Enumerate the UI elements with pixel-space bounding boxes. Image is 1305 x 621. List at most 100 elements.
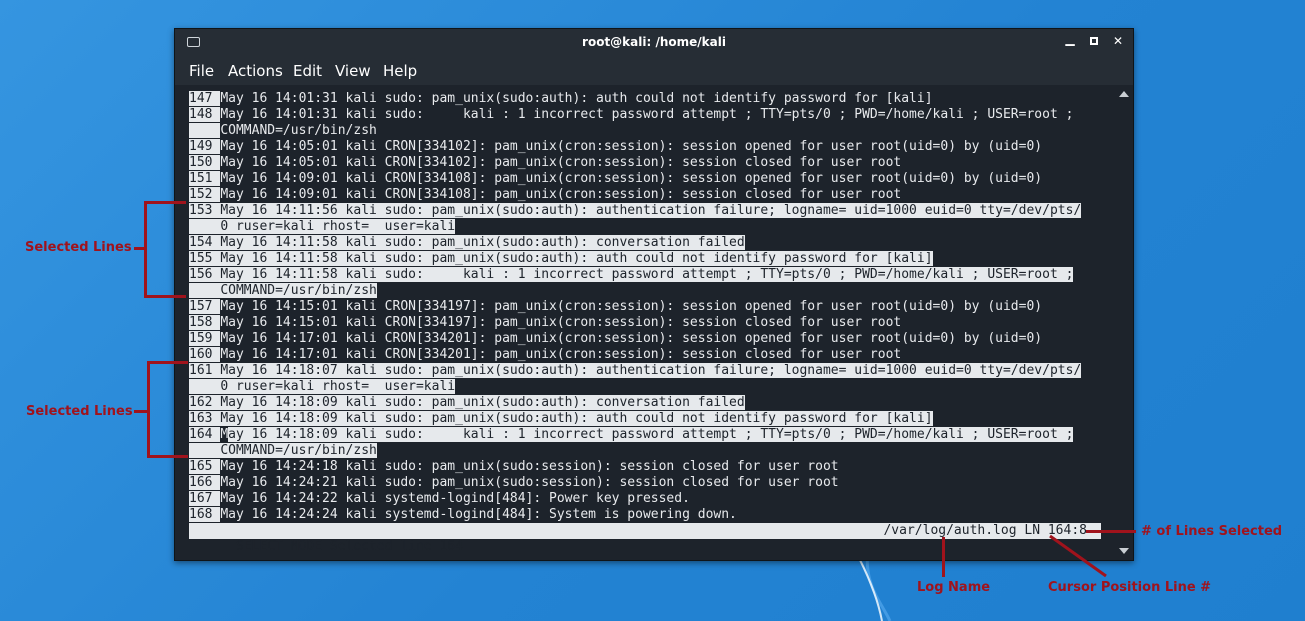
line-text: May 16 14:01:31 kali sudo: kali : 1 inco… (220, 107, 1074, 122)
line-text: 0 ruser=kali rhost= user=kali (220, 219, 456, 234)
minimize-icon[interactable]: ▁ (1063, 32, 1077, 46)
line-number: 152 (189, 187, 221, 202)
log-line[interactable]: 0 ruser=kali rhost= user=kali (189, 219, 456, 235)
text-cursor: M (220, 427, 229, 442)
line-text: May 16 14:24:24 kali systemd-logind[484]… (220, 507, 737, 522)
terminal-window: root@kali: /home/kali ▁ ✕ File Actions E… (174, 28, 1134, 561)
log-line[interactable]: 163 May 16 14:18:09 kali sudo: pam_unix(… (189, 411, 933, 427)
annotation-connector (134, 410, 148, 413)
log-line[interactable]: 147 May 16 14:01:31 kali sudo: pam_unix(… (189, 91, 933, 107)
log-line[interactable]: 165 May 16 14:24:18 kali sudo: pam_unix(… (189, 459, 839, 475)
line-number (189, 219, 221, 234)
window-title: root@kali: /home/kali (582, 35, 726, 49)
log-line[interactable]: 157 May 16 14:15:01 kali CRON[334197]: p… (189, 299, 1042, 315)
annotation-selected-lines-1: Selected Lines (25, 240, 132, 255)
log-line[interactable]: COMMAND=/usr/bin/zsh (189, 443, 377, 459)
annotation-selected-lines-2: Selected Lines (26, 404, 133, 419)
title-bar[interactable]: root@kali: /home/kali ▁ ✕ (175, 29, 1133, 55)
log-line[interactable]: 159 May 16 14:17:01 kali CRON[334201]: p… (189, 331, 1042, 347)
line-number: 161 (189, 363, 221, 378)
terminal-output[interactable]: 147 May 16 14:01:31 kali sudo: pam_unix(… (175, 85, 1133, 560)
scrollbar[interactable] (1117, 85, 1131, 560)
log-line[interactable]: 155 May 16 14:11:58 kali sudo: pam_unix(… (189, 251, 933, 267)
log-line[interactable]: 154 May 16 14:11:58 kali sudo: pam_unix(… (189, 235, 745, 251)
line-text: May 16 14:05:01 kali CRON[334102]: pam_u… (220, 139, 1043, 154)
line-number: 154 (189, 235, 221, 250)
log-line[interactable]: 160 May 16 14:17:01 kali CRON[334201]: p… (189, 347, 901, 363)
line-number (189, 283, 221, 298)
log-line[interactable]: 164 May 16 14:18:09 kali sudo: kali : 1 … (189, 427, 1074, 443)
status-mode: SELECT MODE Selected line 164 (235, 539, 463, 554)
line-text: May 16 14:01:31 kali sudo: pam_unix(sudo… (220, 91, 933, 106)
log-line[interactable]: COMMAND=/usr/bin/zsh (189, 123, 377, 139)
log-line[interactable]: 161 May 16 14:18:07 kali sudo: pam_unix(… (189, 363, 1082, 379)
status-log-name: /var/log/auth.log (883, 523, 1017, 538)
menu-help[interactable]: Help (383, 62, 417, 80)
line-text: May 16 14:24:22 kali systemd-logind[484]… (220, 491, 690, 506)
log-line[interactable]: 0 ruser=kali rhost= user=kali (189, 379, 456, 395)
scroll-down-icon[interactable] (1119, 548, 1129, 554)
log-line[interactable]: 158 May 16 14:15:01 kali CRON[334197]: p… (189, 315, 901, 331)
line-number (189, 379, 221, 394)
line-text: May 16 14:17:01 kali CRON[334201]: pam_u… (220, 347, 902, 362)
line-number: 168 (189, 507, 221, 522)
log-line[interactable]: 167 May 16 14:24:22 kali systemd-logind[… (189, 491, 690, 507)
line-number: 164 (189, 427, 221, 442)
line-text: May 16 14:18:09 kali sudo: kali : 1 inco… (220, 427, 1074, 442)
selection-bracket-1 (144, 201, 186, 298)
line-text: May 16 14:11:56 kali sudo: pam_unix(sudo… (220, 203, 1082, 218)
menu-file[interactable]: File (189, 62, 214, 80)
line-text: May 16 14:24:21 kali sudo: pam_unix(sudo… (220, 475, 839, 490)
log-line[interactable]: 151 May 16 14:09:01 kali CRON[334108]: p… (189, 171, 1042, 187)
line-text: May 16 14:15:01 kali CRON[334197]: pam_u… (220, 315, 902, 330)
line-number: 157 (189, 299, 221, 314)
log-line[interactable]: 152 May 16 14:09:01 kali CRON[334108]: p… (189, 187, 901, 203)
line-number: 159 (189, 331, 221, 346)
log-line[interactable]: 168 May 16 14:24:24 kali systemd-logind[… (189, 507, 737, 523)
line-text: COMMAND=/usr/bin/zsh (220, 283, 377, 298)
annotation-log-name: Log Name (917, 580, 991, 595)
log-line[interactable]: COMMAND=/usr/bin/zsh (189, 283, 377, 299)
line-number (189, 443, 221, 458)
menu-edit[interactable]: Edit (293, 62, 322, 80)
line-text: May 16 14:09:01 kali CRON[334108]: pam_u… (220, 187, 902, 202)
log-line[interactable]: 149 May 16 14:05:01 kali CRON[334102]: p… (189, 139, 1042, 155)
log-line[interactable]: 166 May 16 14:24:21 kali sudo: pam_unix(… (189, 475, 839, 491)
line-number: 148 (189, 107, 221, 122)
line-text: May 16 14:18:09 kali sudo: pam_unix(sudo… (220, 411, 933, 426)
line-number: 160 (189, 347, 221, 362)
line-number: 153 (189, 203, 221, 218)
log-line[interactable]: 153 May 16 14:11:56 kali sudo: pam_unix(… (189, 203, 1082, 219)
log-line[interactable]: 150 May 16 14:05:01 kali CRON[334102]: p… (189, 155, 901, 171)
line-number: 165 (189, 459, 221, 474)
annotation-cursor-position: Cursor Position Line # (1048, 580, 1212, 595)
line-number: 167 (189, 491, 221, 506)
log-line[interactable]: 162 May 16 14:18:09 kali sudo: pam_unix(… (189, 395, 745, 411)
line-number: 150 (189, 155, 221, 170)
line-number: 149 (189, 139, 221, 154)
line-text: COMMAND=/usr/bin/zsh (220, 123, 377, 138)
line-number: 166 (189, 475, 221, 490)
menu-actions[interactable]: Actions (228, 62, 283, 80)
log-line[interactable]: 156 May 16 14:11:58 kali sudo: kali : 1 … (189, 267, 1074, 283)
line-text: 0 ruser=kali rhost= user=kali (220, 379, 456, 394)
close-icon[interactable]: ✕ (1111, 34, 1125, 48)
line-text: May 16 14:09:01 kali CRON[334108]: pam_u… (220, 171, 1043, 186)
annotation-connector (942, 537, 945, 577)
menu-bar: File Actions Edit View Help (175, 55, 1133, 85)
line-number: 155 (189, 251, 221, 266)
line-number (189, 123, 221, 138)
maximize-icon[interactable] (1087, 34, 1101, 48)
line-number: 162 (189, 395, 221, 410)
line-number: 147 (189, 91, 221, 106)
line-text: May 16 14:15:01 kali CRON[334197]: pam_u… (220, 299, 1043, 314)
annotation-lines-selected: # of Lines Selected (1141, 524, 1283, 539)
scroll-up-icon[interactable] (1119, 91, 1129, 97)
line-text: May 16 14:05:01 kali CRON[334102]: pam_u… (220, 155, 902, 170)
line-text: May 16 14:24:18 kali sudo: pam_unix(sudo… (220, 459, 839, 474)
line-text: May 16 14:11:58 kali sudo: pam_unix(sudo… (220, 251, 933, 266)
line-text: May 16 14:18:07 kali sudo: pam_unix(sudo… (220, 363, 1082, 378)
log-line[interactable]: 148 May 16 14:01:31 kali sudo: kali : 1 … (189, 107, 1073, 123)
line-text: May 16 14:11:58 kali sudo: kali : 1 inco… (220, 267, 1074, 282)
menu-view[interactable]: View (335, 62, 371, 80)
